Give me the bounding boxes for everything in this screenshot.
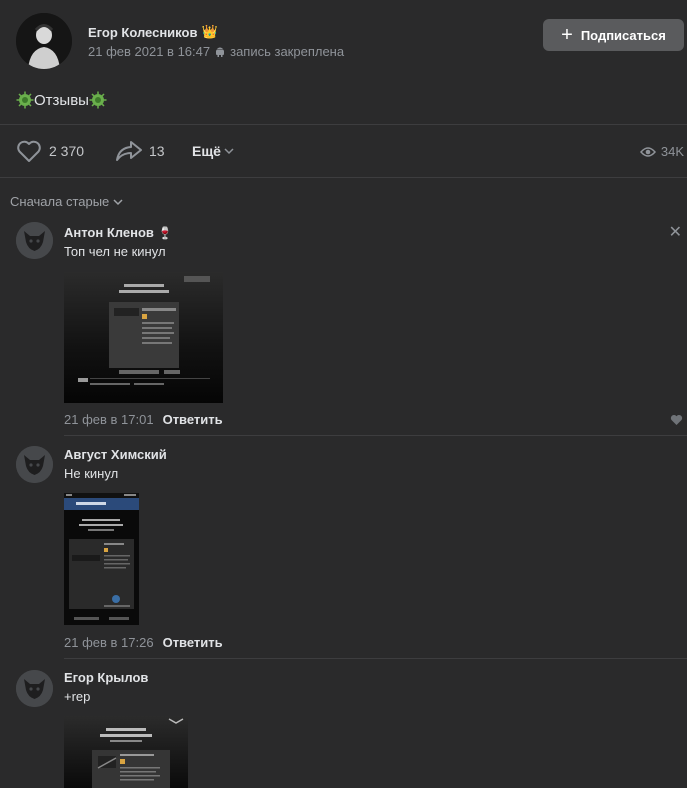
post-text-content: Отзывы [34, 91, 89, 109]
android-icon [216, 47, 225, 57]
reply-button[interactable]: Ответить [163, 412, 223, 427]
subscribe-label: Подписаться [580, 27, 666, 43]
commenter-avatar[interactable] [16, 670, 53, 707]
virus-icon [16, 91, 34, 109]
pinned-label: запись закреплена [230, 44, 345, 59]
comment-text: Топ чел не кинул [64, 244, 166, 259]
virus-icon [89, 91, 107, 109]
wine-glass-icon: 🍷 [157, 225, 173, 240]
comment-meta: 21 фев в 17:26 Ответить [64, 635, 223, 650]
post-actions: 2 370 13 Ещё 34K [0, 130, 687, 172]
sort-label: Сначала старые [10, 194, 110, 209]
chevron-down-icon [113, 198, 123, 205]
share-icon[interactable] [115, 138, 143, 164]
views-counter: 34K [639, 144, 684, 159]
comment-author[interactable]: Егор Крылов [64, 670, 148, 685]
like-count[interactable]: 2 370 [49, 143, 84, 159]
author-name-text[interactable]: Егор Колесников [88, 25, 197, 40]
heart-icon[interactable] [16, 139, 42, 163]
plus-icon: + [561, 24, 573, 46]
comment-date[interactable]: 21 фев в 17:01 [64, 412, 154, 427]
crown-icon: 👑 [201, 24, 218, 39]
commenter-avatar[interactable] [16, 222, 53, 259]
reply-button[interactable]: Ответить [163, 635, 223, 650]
comment-author-name[interactable]: Егор Крылов [64, 670, 148, 685]
more-label: Ещё [192, 143, 221, 159]
post-header: Егор Колесников 👑 21 фев 2021 в 16:47 за… [0, 0, 687, 80]
comment-text: +rep [64, 689, 91, 704]
heart-icon[interactable] [670, 414, 683, 426]
subscribe-button[interactable]: + Подписаться [543, 19, 684, 51]
comment-meta: 21 фев в 17:01 Ответить [64, 412, 223, 427]
views-count: 34K [660, 144, 684, 159]
comment-author[interactable]: Антон Кленов 🍷 [64, 225, 173, 240]
comment-image[interactable] [64, 716, 188, 788]
comment-date[interactable]: 21 фев в 17:26 [64, 635, 154, 650]
divider [0, 177, 687, 178]
comment-author[interactable]: Август Химский [64, 447, 167, 462]
divider [64, 435, 687, 436]
post-text: Отзывы [16, 91, 107, 109]
divider [64, 658, 687, 659]
comment-image[interactable] [64, 272, 223, 403]
more-button[interactable]: Ещё [192, 143, 234, 159]
author-name[interactable]: Егор Колесников 👑 [88, 24, 218, 40]
share-count[interactable]: 13 [149, 143, 165, 159]
comment-author-name[interactable]: Август Химский [64, 447, 167, 462]
chevron-down-icon [224, 148, 234, 155]
post-date[interactable]: 21 фев 2021 в 16:47 [88, 44, 210, 59]
commenter-avatar[interactable] [16, 446, 53, 483]
divider [0, 124, 687, 125]
eye-icon [639, 146, 656, 157]
author-avatar[interactable] [16, 13, 72, 69]
close-icon[interactable]: ✕ [669, 222, 682, 242]
comment-author-name[interactable]: Антон Кленов [64, 225, 154, 240]
post-meta: 21 фев 2021 в 16:47 запись закреплена [88, 44, 344, 59]
comments-sort-dropdown[interactable]: Сначала старые [10, 194, 123, 209]
comment-image[interactable] [64, 493, 139, 625]
comment-text: Не кинул [64, 466, 119, 481]
